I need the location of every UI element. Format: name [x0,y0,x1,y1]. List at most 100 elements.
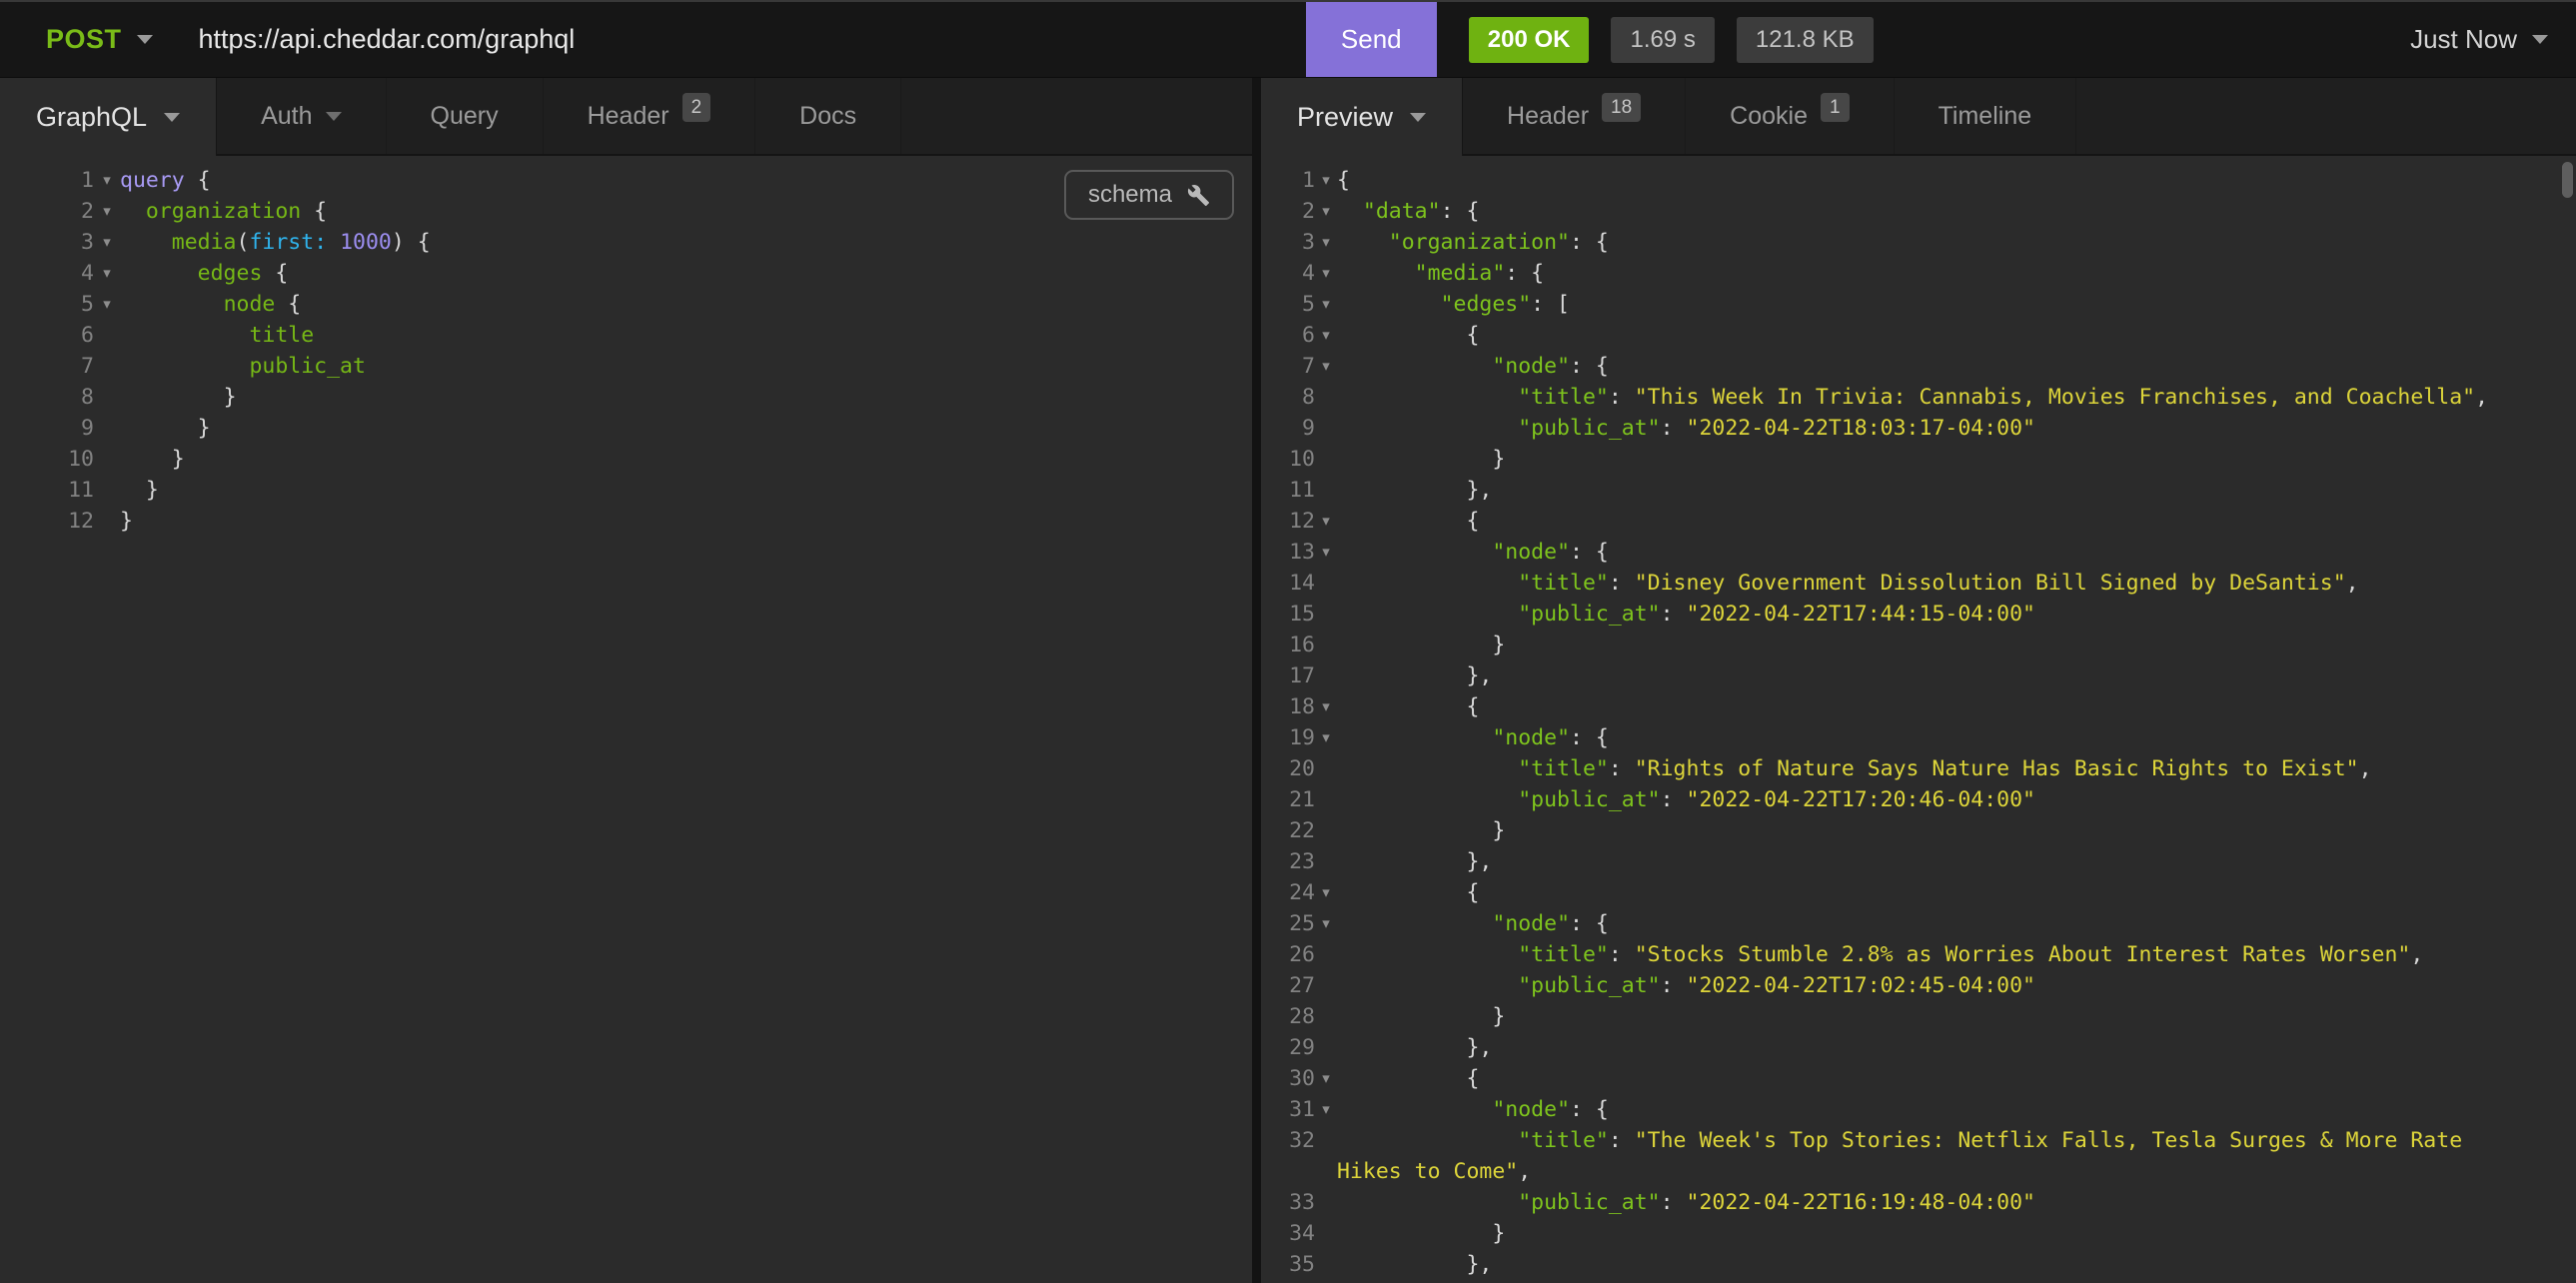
code-line: 5▾ node { [0,289,1252,320]
code-text: }, [1337,1249,2576,1280]
response-view-dropdown[interactable]: Preview [1261,78,1463,156]
fold-arrow-icon[interactable]: ▾ [94,165,120,196]
line-number: 4 [1261,258,1315,289]
response-view-label: Preview [1297,102,1393,133]
code-line: 9 "public_at": "2022-04-22T18:03:17-04:0… [1261,413,2576,444]
line-number: 15 [1261,599,1315,630]
response-history-dropdown[interactable]: Just Now [2410,24,2548,55]
code-text: } [1337,444,2576,475]
code-text: "public_at": "2022-04-22T16:19:48-04:00" [1337,1187,2576,1218]
request-body-type-dropdown[interactable]: GraphQL [0,78,217,156]
fold-arrow-icon[interactable]: ▾ [1315,908,1337,939]
code-text: { [1337,320,2576,351]
response-tabs: Header18Cookie1 Timeline [1463,78,2576,156]
code-line: 12▾ { [1261,506,2576,537]
fold-arrow-icon[interactable]: ▾ [94,196,120,227]
tab-label: Header [588,102,669,131]
line-number: 7 [1261,351,1315,382]
request-tab-docs[interactable]: Docs [755,78,901,154]
line-number: 17 [1261,660,1315,691]
status-badge: 200 OK [1469,17,1590,63]
fold-arrow-icon[interactable]: ▾ [1315,691,1337,722]
request-tab-query[interactable]: Query [387,78,544,154]
code-line: 22 } [1261,815,2576,846]
line-number: 7 [0,351,94,382]
fold-arrow-icon[interactable]: ▾ [1315,1094,1337,1125]
fold-arrow-icon[interactable]: ▾ [1315,289,1337,320]
fold-arrow-icon[interactable]: ▾ [94,227,120,258]
response-tab-timeline[interactable]: Timeline [1895,78,2077,154]
code-text: { [1337,691,2576,722]
line-number: 12 [1261,506,1315,537]
request-tab-row: GraphQL Auth Query Header 2 Docs [0,78,1252,156]
code-text: "title": "Disney Government Dissolution … [1337,568,2576,599]
fold-arrow-icon[interactable]: ▾ [1315,320,1337,351]
send-button[interactable]: Send [1306,2,1437,77]
fold-arrow-icon[interactable]: ▾ [94,258,120,289]
tab-label: Auth [261,102,312,131]
fold-arrow-icon[interactable]: ▾ [1315,227,1337,258]
code-text: } [120,382,1252,413]
response-preview-viewer[interactable]: 1▾{2▾ "data": {3▾ "organization": {4▾ "m… [1261,156,2576,1283]
code-line: 10 } [1261,444,2576,475]
fold-arrow-icon[interactable]: ▾ [1315,196,1337,227]
code-text: title [120,320,1252,351]
fold-arrow-icon[interactable]: ▾ [1315,506,1337,537]
url-input[interactable]: https://api.cheddar.com/graphql [187,2,1306,77]
line-number: 6 [0,320,94,351]
line-number: 33 [1261,1187,1315,1218]
chevron-down-icon [326,112,342,121]
line-number: 20 [1261,753,1315,784]
fold-arrow-icon[interactable]: ▾ [1315,1063,1337,1094]
code-text: } [1337,815,2576,846]
tab-label: Header [1507,102,1589,131]
method-dropdown[interactable]: POST [0,2,187,77]
code-text: "node": { [1337,351,2576,382]
line-number: 6 [1261,320,1315,351]
fold-arrow-icon[interactable]: ▾ [1315,351,1337,382]
code-text: node { [120,289,1252,320]
code-text: media(first: 1000) { [120,227,1252,258]
response-tab-cookie[interactable]: Cookie1 [1686,78,1894,154]
code-text: "edges": [ [1337,289,2576,320]
request-tab-auth[interactable]: Auth [217,78,386,154]
fold-arrow-icon[interactable]: ▾ [1315,258,1337,289]
code-text: "public_at": "2022-04-22T17:02:45-04:00" [1337,970,2576,1001]
fold-arrow-icon[interactable]: ▾ [94,289,120,320]
code-text: } [1337,1001,2576,1032]
code-text: } [120,506,1252,537]
pane-divider[interactable] [1252,78,1261,156]
line-number: 10 [0,444,94,475]
line-number: 11 [0,475,94,506]
code-text: { [1337,506,2576,537]
request-url-bar: POST https://api.cheddar.com/graphql Sen… [0,0,2576,78]
line-number: 18 [1261,691,1315,722]
code-line: 13▾ "node": { [1261,537,2576,568]
line-number: 9 [0,413,94,444]
pane-divider[interactable] [1252,156,1261,1283]
code-line: 6 title [0,320,1252,351]
line-number: 2 [1261,196,1315,227]
fold-arrow-icon[interactable]: ▾ [1315,722,1337,753]
schema-button[interactable]: schema [1064,170,1234,220]
request-tab-header[interactable]: Header 2 [544,78,756,154]
fold-arrow-icon[interactable]: ▾ [1315,165,1337,196]
fold-arrow-icon[interactable]: ▾ [1315,877,1337,908]
code-line: 35 }, [1261,1249,2576,1280]
code-line: 4▾ edges { [0,258,1252,289]
chevron-down-icon [164,113,180,122]
code-line: 32 "title": "The Week's Top Stories: Net… [1261,1125,2576,1187]
line-number: 16 [1261,630,1315,660]
schema-button-label: schema [1088,181,1172,209]
code-line: 14 "title": "Disney Government Dissoluti… [1261,568,2576,599]
response-tab-header[interactable]: Header18 [1463,78,1686,154]
tab-count-badge: 2 [682,93,711,122]
code-line: 34 } [1261,1218,2576,1249]
response-history-label: Just Now [2410,24,2517,55]
tab-label: Timeline [1938,102,2032,131]
line-number: 21 [1261,784,1315,815]
fold-arrow-icon[interactable]: ▾ [1315,537,1337,568]
graphql-query-editor[interactable]: schema 1▾query {2▾ organization {3▾ medi… [0,156,1252,1283]
line-number: 19 [1261,722,1315,753]
scrollbar-thumb[interactable] [2562,162,2573,198]
